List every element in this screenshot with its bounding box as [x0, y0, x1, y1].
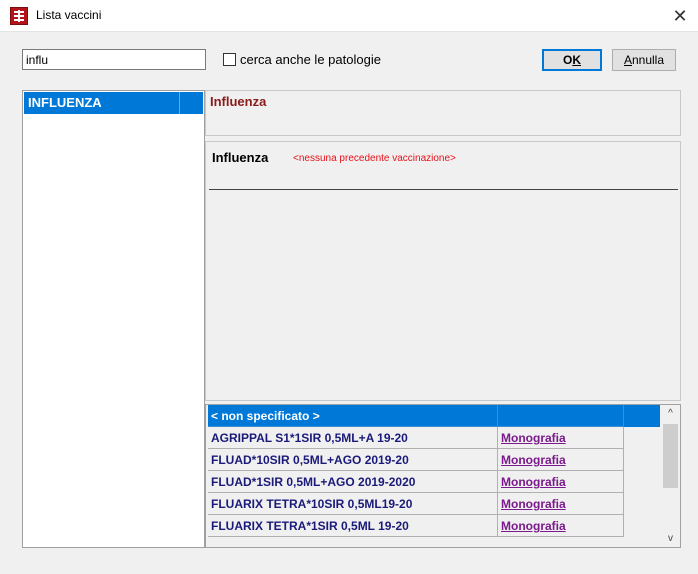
window-edge — [0, 32, 4, 574]
product-name-cell[interactable]: FLUARIX TETRA*10SIR 0,5ML19-20 — [208, 493, 498, 515]
vaccination-detail-panel: Influenza <nessuna precedente vaccinazio… — [205, 141, 681, 401]
product-name-cell[interactable]: < non specificato > — [208, 405, 498, 427]
window-title: Lista vaccini — [36, 8, 102, 22]
product-name-cell[interactable]: AGRIPPAL S1*1SIR 0,5ML+A 19-20 — [208, 427, 498, 449]
table-row[interactable]: FLUARIX TETRA*10SIR 0,5ML19-20 Monografi… — [208, 493, 660, 515]
table-row[interactable]: FLUARIX TETRA*1SIR 0,5ML 19-20 Monografi… — [208, 515, 660, 537]
product-name-cell[interactable]: FLUAD*1SIR 0,5ML+AGO 2019-2020 — [208, 471, 498, 493]
list-item-divider — [179, 92, 180, 114]
disease-header-panel: Influenza — [205, 90, 681, 136]
monograph-link[interactable]: Monografia — [498, 449, 624, 471]
search-pathologies-label: cerca anche le patologie — [240, 52, 381, 67]
list-item-influenza[interactable]: INFLUENZA — [24, 92, 203, 114]
cancel-button[interactable]: Annulla — [612, 49, 676, 71]
grid-scrollbar[interactable]: ^ v — [661, 405, 680, 547]
product-name-cell[interactable]: FLUAD*10SIR 0,5ML+AGO 2019-20 — [208, 449, 498, 471]
monograph-link[interactable]: Monografia — [498, 427, 624, 449]
cancel-button-label-rest: nnulla — [631, 53, 665, 67]
disease-title: Influenza — [210, 94, 267, 109]
list-item-label: INFLUENZA — [28, 95, 102, 110]
table-row[interactable]: AGRIPPAL S1*1SIR 0,5ML+A 19-20 Monografi… — [208, 427, 660, 449]
monograph-link[interactable]: Monografia — [498, 471, 624, 493]
vaccine-category-list[interactable]: INFLUENZA — [22, 90, 205, 548]
monograph-link[interactable]: Monografia — [498, 515, 624, 537]
ok-button-label-prefix: O — [562, 53, 573, 67]
product-name-cell[interactable]: FLUARIX TETRA*1SIR 0,5ML 19-20 — [208, 515, 498, 537]
detail-divider — [209, 189, 678, 190]
scroll-up-icon[interactable]: ^ — [661, 405, 680, 422]
table-row[interactable]: FLUAD*10SIR 0,5ML+AGO 2019-20 Monografia — [208, 449, 660, 471]
title-bar: Lista vaccini ✕ — [0, 0, 698, 32]
search-pathologies-checkbox[interactable] — [223, 53, 236, 66]
scroll-down-icon[interactable]: v — [661, 530, 680, 547]
cancel-button-label-hotkey: A — [623, 53, 632, 67]
search-input[interactable] — [22, 49, 206, 70]
vaccine-product-grid[interactable]: < non specificato > AGRIPPAL S1*1SIR 0,5… — [205, 404, 681, 548]
monograph-link — [498, 405, 624, 427]
monograph-link[interactable]: Monografia — [498, 493, 624, 515]
no-previous-vaccination-note: <nessuna precedente vaccinazione> — [293, 153, 456, 164]
table-row[interactable]: < non specificato > — [208, 405, 660, 427]
ok-button-label-hotkey: K — [572, 53, 581, 67]
close-icon[interactable]: ✕ — [662, 0, 698, 32]
app-logo-icon — [10, 7, 28, 25]
table-row[interactable]: FLUAD*1SIR 0,5ML+AGO 2019-2020 Monografi… — [208, 471, 660, 493]
scroll-thumb[interactable] — [663, 424, 678, 488]
ok-button[interactable]: OK — [542, 49, 602, 71]
detail-title: Influenza — [212, 150, 269, 165]
